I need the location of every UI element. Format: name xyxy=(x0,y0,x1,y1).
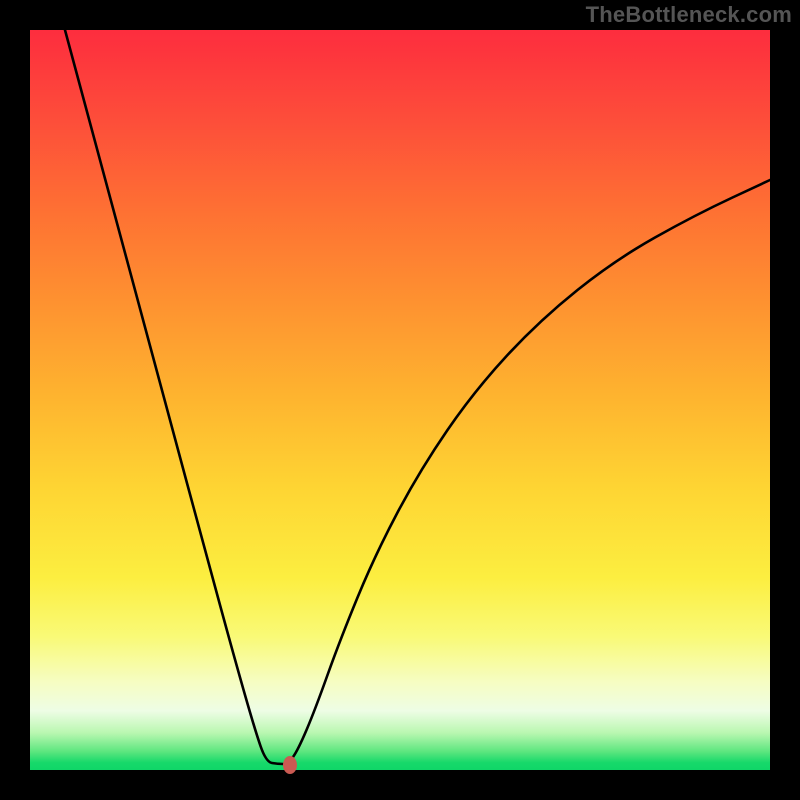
minimum-marker-icon xyxy=(283,756,297,774)
attribution-text: TheBottleneck.com xyxy=(586,2,792,28)
chart-frame: TheBottleneck.com xyxy=(0,0,800,800)
bottleneck-curve xyxy=(30,30,770,770)
